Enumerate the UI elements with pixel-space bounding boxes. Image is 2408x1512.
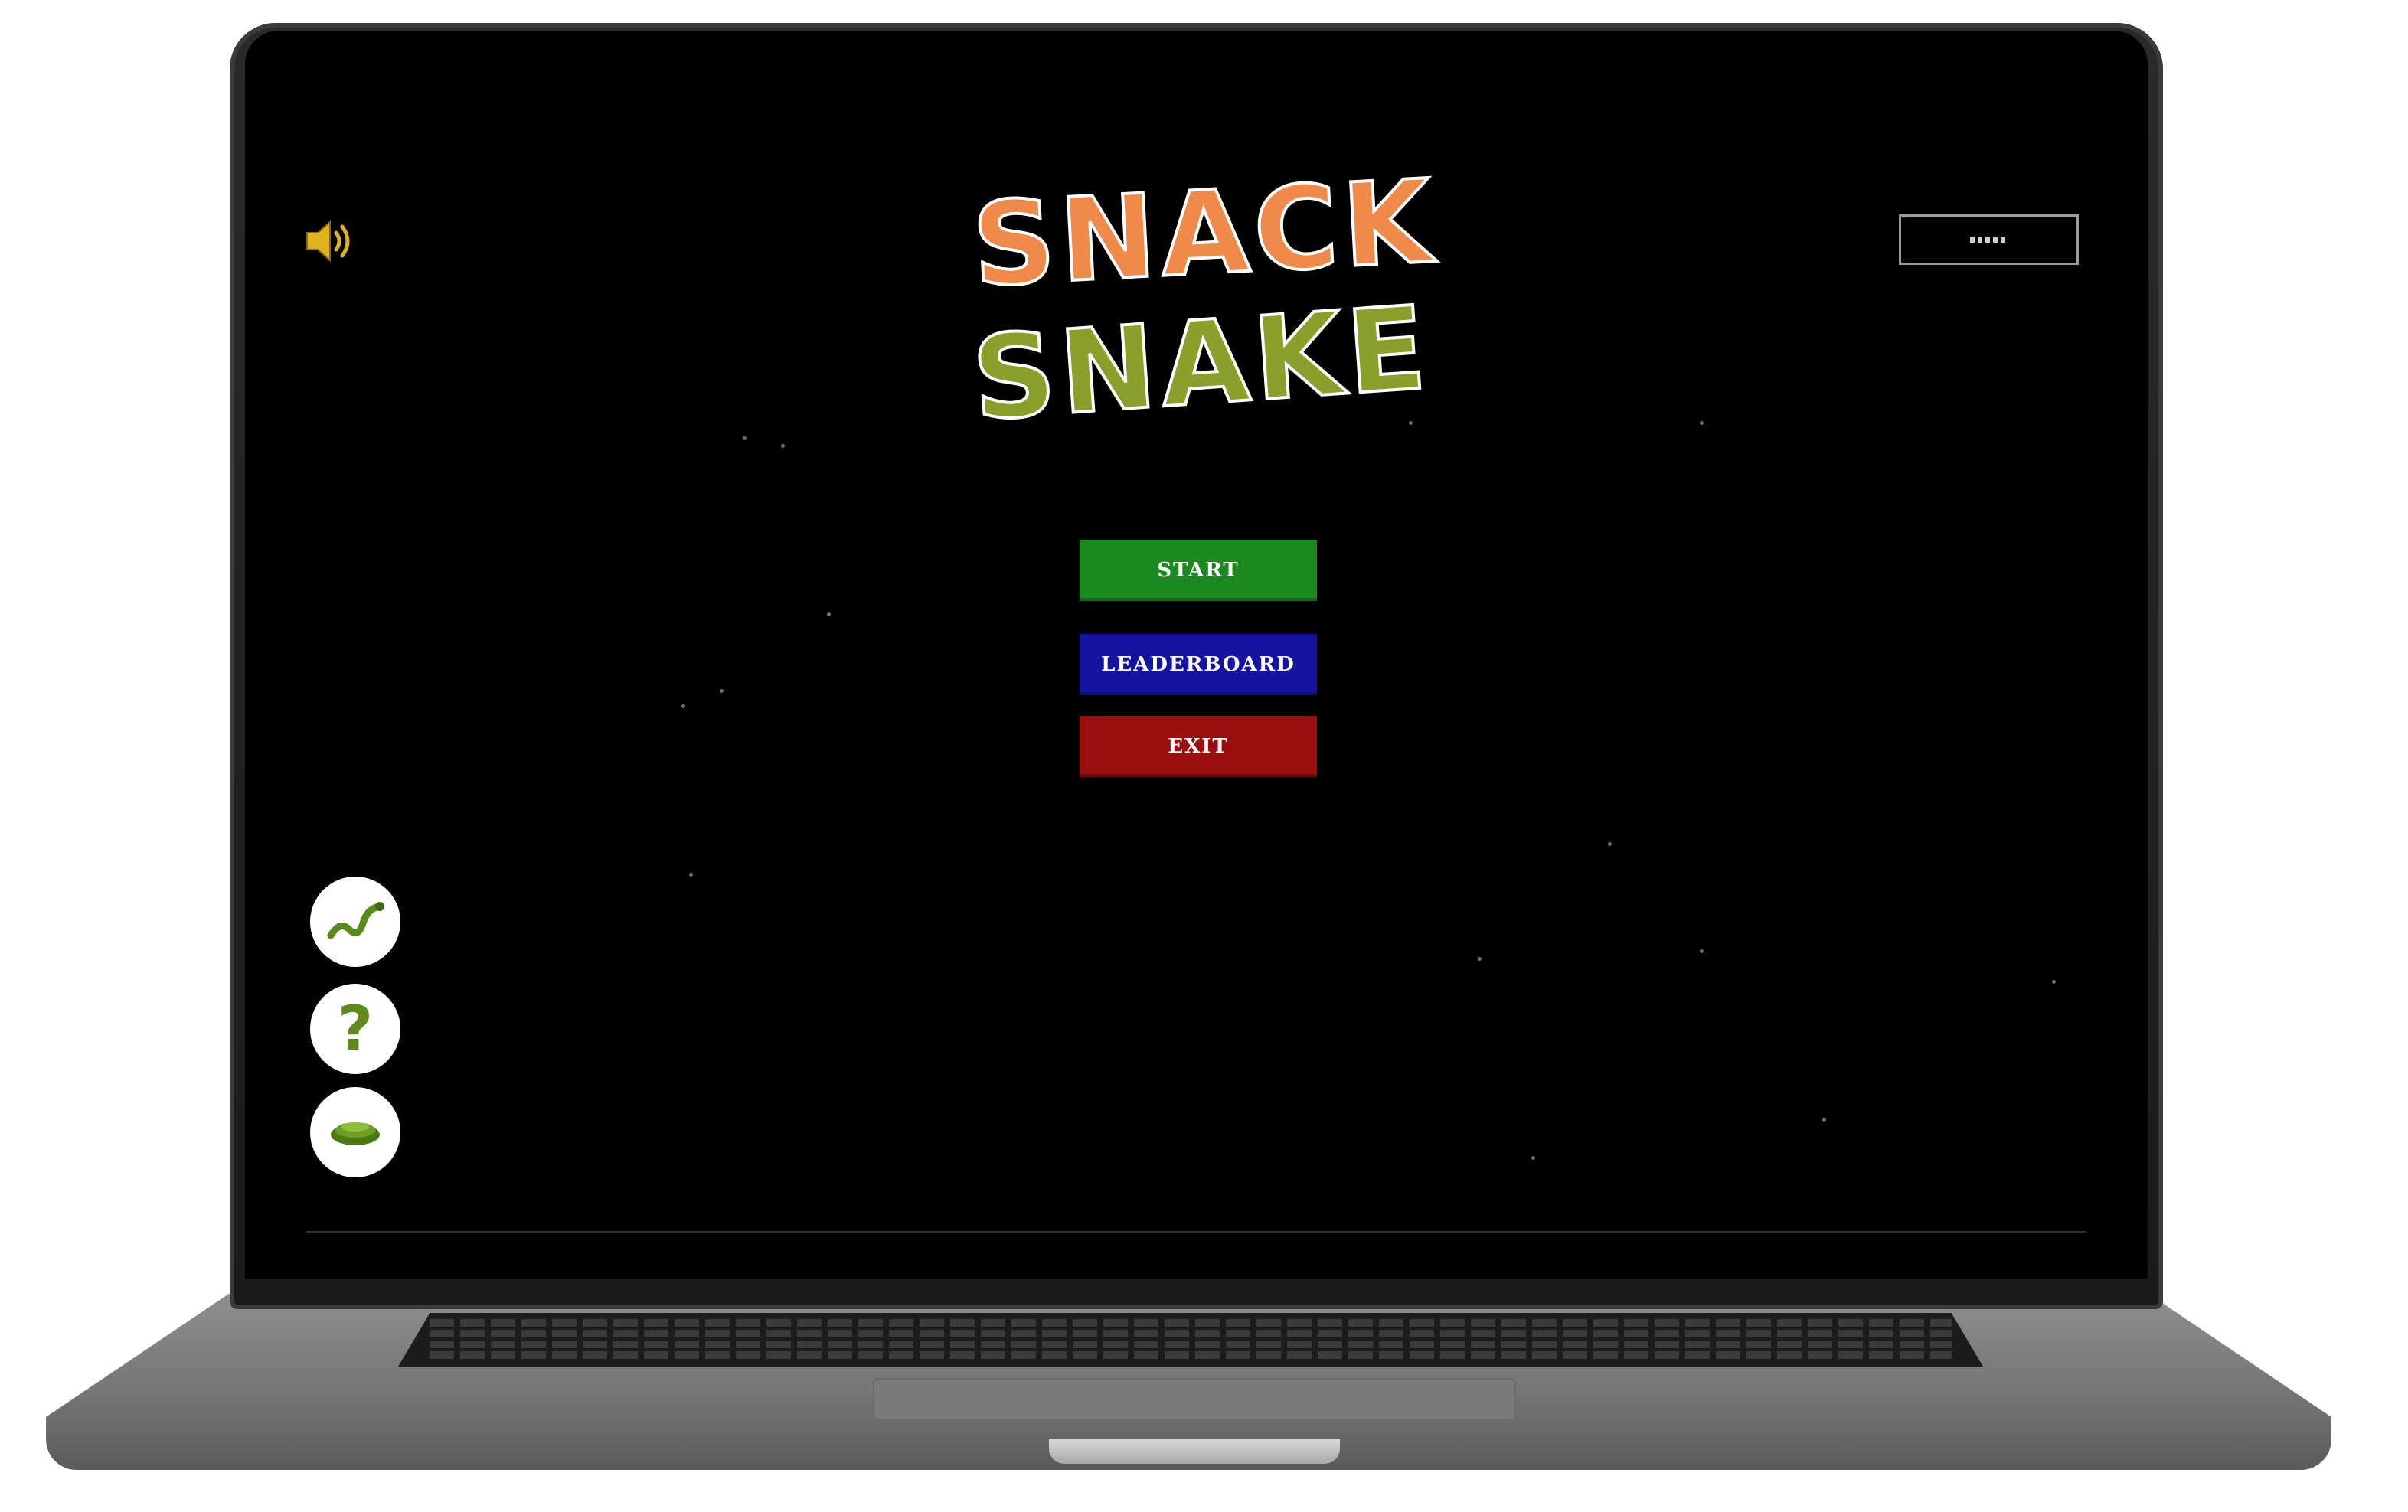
start-button[interactable]: START bbox=[1080, 540, 1317, 601]
laptop-mockup: SNACK SNAKE START LEADERBOARD EXIT ? bbox=[0, 0, 2408, 1512]
exit-button[interactable]: EXIT bbox=[1080, 716, 1317, 777]
snake-mode-button[interactable] bbox=[310, 877, 400, 967]
snake-nest-button[interactable] bbox=[310, 1087, 400, 1177]
help-button[interactable]: ? bbox=[310, 984, 400, 1074]
snake-icon bbox=[325, 897, 386, 946]
speaker-icon[interactable] bbox=[302, 214, 356, 268]
leaderboard-button[interactable]: LEADERBOARD bbox=[1080, 634, 1317, 695]
laptop-trackpad bbox=[873, 1378, 1516, 1420]
laptop-notch bbox=[1049, 1439, 1340, 1464]
button-text-indicator bbox=[1969, 237, 2008, 243]
snake-nest-icon bbox=[325, 1112, 386, 1153]
laptop-keyboard bbox=[398, 1313, 1983, 1367]
question-icon: ? bbox=[337, 993, 374, 1064]
top-right-button[interactable] bbox=[1899, 214, 2079, 265]
screen-divider bbox=[306, 1231, 2086, 1233]
game-title: SNACK SNAKE bbox=[967, 154, 1441, 475]
